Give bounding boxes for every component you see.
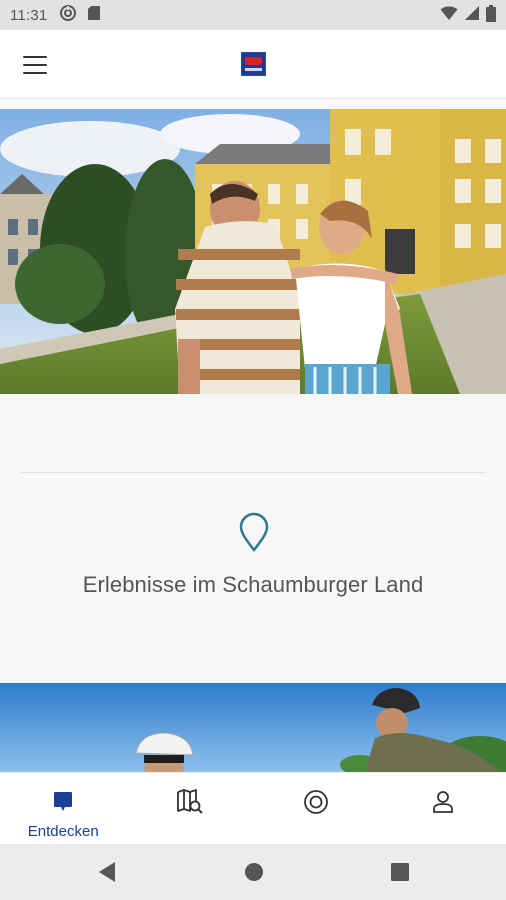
couple-in-front-of-castle-photo bbox=[0, 109, 506, 394]
section-title: Erlebnisse im Schaumburger Land bbox=[82, 572, 424, 597]
status-bar: 11:31 bbox=[0, 0, 506, 30]
nav-item-target[interactable] bbox=[253, 773, 380, 844]
home-icon[interactable] bbox=[239, 858, 269, 886]
sd-card-icon bbox=[87, 5, 101, 25]
schaumburger-land-logo bbox=[241, 52, 266, 76]
hamburger-menu-icon[interactable] bbox=[20, 52, 50, 78]
divider bbox=[20, 472, 486, 473]
battery-icon bbox=[486, 4, 496, 26]
status-left-icons bbox=[59, 4, 101, 26]
hero-image[interactable] bbox=[0, 109, 506, 394]
system-navigation-bar bbox=[0, 844, 506, 900]
cyclists-image[interactable] bbox=[0, 683, 506, 772]
nav-item-discover[interactable]: Entdecken bbox=[0, 773, 127, 844]
app-screen: 11:31 Erlebnisse im Schaumburger Land En… bbox=[0, 0, 506, 900]
bottom-navigation: Entdecken bbox=[0, 772, 506, 844]
signal-icon bbox=[464, 5, 480, 25]
nav-item-map[interactable] bbox=[127, 773, 254, 844]
location-pin-icon bbox=[238, 512, 270, 553]
back-icon[interactable] bbox=[92, 858, 122, 886]
info-section: Erlebnisse im Schaumburger Land bbox=[0, 394, 506, 683]
profile-icon bbox=[432, 789, 454, 815]
status-right-icons bbox=[440, 4, 496, 26]
discover-chat-icon bbox=[53, 789, 73, 815]
target-icon bbox=[303, 789, 329, 815]
nav-item-profile[interactable] bbox=[380, 773, 506, 844]
recents-icon[interactable] bbox=[385, 858, 415, 886]
cyclists-with-helmets-photo bbox=[0, 683, 506, 772]
status-time: 11:31 bbox=[10, 6, 48, 24]
data-saver-icon bbox=[59, 4, 77, 26]
map-search-icon bbox=[176, 789, 204, 815]
app-header bbox=[0, 30, 506, 99]
nav-label-discover: Entdecken bbox=[27, 823, 99, 840]
wifi-icon bbox=[440, 5, 458, 25]
